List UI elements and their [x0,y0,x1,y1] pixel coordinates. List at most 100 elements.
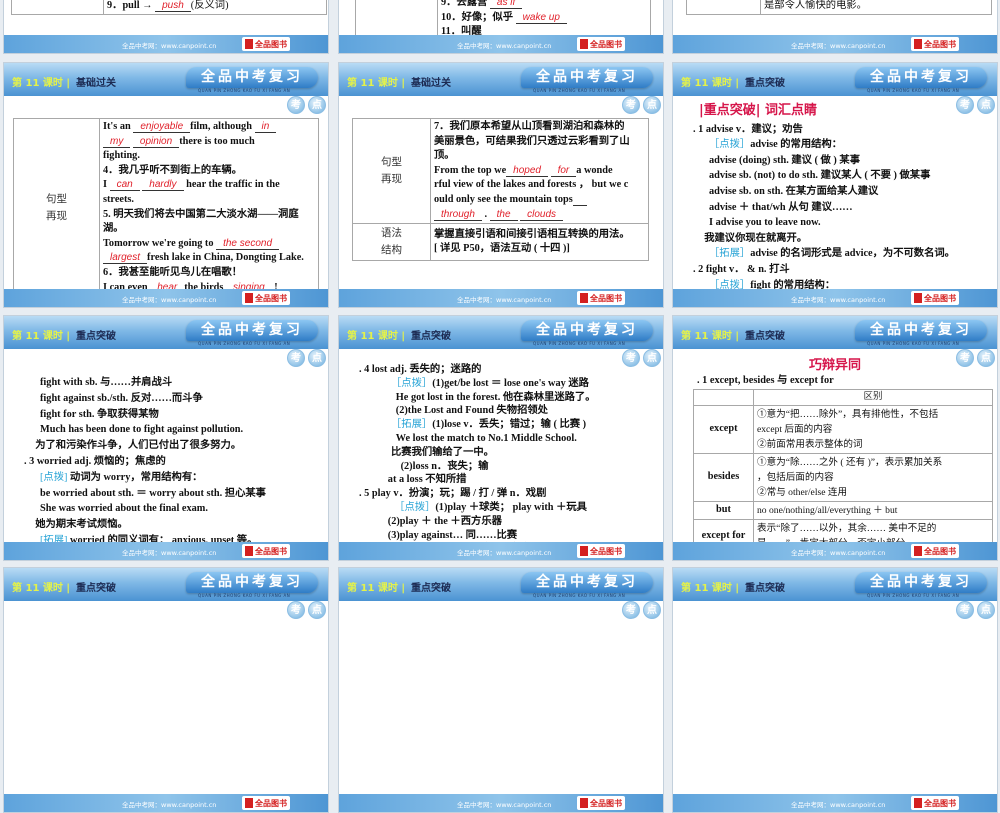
slide-thumbnail[interactable]: 第 11 课时 | 基础过关 全品中考复习 QUAN PIN ZHONG KAO FU… [338,62,664,308]
slide-thumbnail[interactable]: 全品中考复习QUAN PIN ZHONG KAO FU XI FANG AN考点… [3,0,329,54]
text-segment: [ 详见 P50，语法互动 ( 十四 )] [434,243,570,255]
brand-logo: 全品图书 [911,796,959,810]
text-line: . 4 lost adj. 丢失的；迷路的 [359,363,596,377]
slide-thumbnail[interactable]: 第 11 课时 | 基础过关 全品中考复习 QUAN PIN ZHONG KAO FU… [3,62,329,308]
text-line: From the top we hoped for a wonde [434,164,645,179]
row-cell: 8．all → whole(同义词)9．pull → push(反义词) [103,0,327,16]
brand-logo: 全品图书 [577,37,625,51]
text-segment: 9．pull → [107,0,156,11]
footer-url: 全品中考网：www.canpoint.cn [457,296,552,304]
row-label-text: 再现 [46,210,67,222]
tag-label: ［拓展］ [709,248,751,260]
text-line: ［点拨］advise 的常用结构： [693,137,955,153]
section-label: 重点突破 [411,583,451,594]
text-segment: ould only see the mountain tops [434,193,573,205]
text-line: 为了和污染作斗争，人们已付出了很多努力。 [24,438,266,454]
slide-thumbnail[interactable]: 第 11 课时 | 重点突破 全品中考复习 QUAN PIN ZHONG KAO FU… [3,315,329,561]
slide-thumbnail[interactable]: 第 11 课时 | 重点突破 全品中考复习 QUAN PIN ZHONG KAO FU… [338,567,664,813]
heading-text: 词汇点睛 [760,103,818,118]
table-row: 语法 结构 掌握直接引语和间接引语相互转换的用法。 [ 详见 P50，语法互动 ( … [352,223,649,262]
section-label: 重点突破 [745,583,785,594]
slide-thumbnail[interactable]: 第 11 课时 | 重点突破 全品中考复习 QUAN PIN ZHONG KAO FU… [672,315,998,561]
compare-subtitle: . 1 except, besides 与 except for [697,375,834,386]
text-segment: 我建议你现在就离开。 [704,232,808,244]
text-segment: We lost the match to No.1 Middle School. [395,432,577,444]
slide-header: 第 11 课时 | 重点突破 全品中考复习 QUAN PIN ZHONG KAO FU… [673,568,997,601]
tag-label: ［点拨］ [394,501,436,513]
text-segment: advise sb. (not) to do sth. 建议某人 ( 不要 ) … [709,170,931,182]
row-cell: ①意为“除……之外 ( 还有 )”，表示累加关系 ，包括后面的内容 ②常与 oth… [753,453,993,502]
footer-url: 全品中考网：www.canpoint.cn [791,42,886,50]
text-line: fight against sb./sth. 反对……而斗争 [24,391,266,407]
text-segment: fighting. [103,150,140,162]
content-table: 8．all → whole(同义词)9．pull → push(反义词) [11,0,327,16]
brand-text: 全品图书 [590,798,622,808]
text-segment: . 4 lost adj. 丢失的；迷路的 [359,364,482,375]
text-line: my opinion there is too much [103,135,315,150]
text-segment: 是部令人愉快的电影。 [764,0,867,11]
text-line: advise ＋ that/wh 从句 建议…… [693,200,955,216]
section-label: 基础过关 [411,78,451,89]
brand-mark-icon [245,546,253,556]
text-segment: Tomorrow we're going to [103,237,217,249]
cell-line: ②前面常用表示整体的词 [757,439,863,450]
text-segment: He got lost in the forest. 他在森林里迷路了。 [395,391,596,403]
slide-thumbnail[interactable]: 第 11 课时 | 重点突破 全品中考复习 QUAN PIN ZHONG KAO FU… [672,567,998,813]
text-line: 掌握直接引语和间接引语相互转换的用法。 [434,228,645,243]
row-label-text: 句型 [46,193,67,205]
text-segment: 4．我几乎听不到街上的车辆。 [103,164,243,176]
brand-mark-icon [245,39,253,49]
brand-text: 全品图书 [255,546,287,556]
row-cell: It's an enjoyable film, although in my opi… [99,117,319,298]
text-segment: fresh lake in China, Dongting Lake. [147,252,304,264]
text-line: advise (doing) sth. 建议 ( 做 ) 某事 [693,153,955,169]
brand-mark-icon [580,798,588,808]
tag-label: ［拓展］ [391,419,433,431]
content-table: 3．虽然我认为电影里打斗场面过多，但它仍是部令人愉快的电影。 [686,0,992,16]
slide-footer: 全品中考网：www.canpoint.cn 全品图书 [339,542,663,560]
text-segment: (2)play ＋ the ＋西方乐器 [387,515,502,527]
row-label [686,0,761,16]
slide-thumbnail[interactable]: 全品中考复习QUAN PIN ZHONG KAO FU XI FANG AN考点… [672,0,998,54]
text-segment: fight for sth. 争取获得某物 [40,408,159,420]
text-line: I can hardly hear the traffic in the [103,178,315,193]
answer-blank: can [109,179,140,192]
text-line: streets. [103,193,315,208]
slide-thumbnail[interactable]: 第 11 课时 | 重点突破 全品中考复习 QUAN PIN ZHONG KAO FU… [338,315,664,561]
logo-pinyin: QUAN PIN ZHONG KAO FU XI FANG AN [198,593,291,598]
text-segment: 6．我甚至能听见鸟儿在唱歌！ [103,266,243,278]
text-line: (2)play ＋ the ＋西方乐器 [359,515,596,529]
brand-mark-icon [580,39,588,49]
table-row: 8．all → whole(同义词)9．pull → push(反义词) [11,0,327,16]
answer-blank: as if [489,0,523,9]
answer-blank: largest [103,252,148,265]
answer-blank: my [103,135,131,148]
row-label-text: 句型 [381,157,402,169]
slide-header: 第 11 课时 | 基础过关 全品中考复习 QUAN PIN ZHONG KAO FU… [339,63,663,96]
section-label: 重点突破 [411,331,451,342]
text-line: be worried about sth. ＝ worry about sth.… [24,486,266,502]
text-segment: 5. 明天我们将去中国第二大淡水湖——洞庭 [103,208,299,220]
answer-blank: wake up [515,11,567,24]
text-segment: (3)play against… 同……比赛 [387,529,518,541]
text-line: . 1 advise v．建议；劝告 [693,122,955,138]
text-segment: (1)get/be lost ＝ lose one's way 迷路 [432,377,589,389]
slide-thumbnail[interactable]: 第 11 课时 | 重点突破 全品中考复习 QUAN PIN ZHONG KAO FU… [3,567,329,813]
footer-url: 全品中考网：www.canpoint.cn [122,549,217,557]
row-label-text: 再现 [381,174,402,186]
text-segment: (1)play ＋球类； play with ＋玩具 [435,501,587,513]
cell-line: ①意为“把……除外”，具有排他性，不包括 [757,409,939,420]
text-segment: (2)loss n．丧失；输 [400,460,489,472]
slide-thumbnail[interactable]: 第 11 课时 | 重点突破 全品中考复习 QUAN PIN ZHONG KAO FU… [672,62,998,308]
brand-text: 全品图书 [255,798,287,808]
brand-logo: 全品图书 [242,37,290,51]
text-segment: 掌握直接引语和间接引语相互转换的用法。 [434,228,630,240]
text-line: 我建议你现在就离开。 [693,231,955,247]
section-label: 重点突破 [76,331,116,342]
text-line: [ 详见 P50，语法互动 ( 十四 )] [434,242,645,257]
brand-mark-icon [914,546,922,556]
brand-text: 全品图书 [924,546,956,556]
lesson-label: 第 11 课时 | [681,331,740,342]
slide-thumbnail[interactable]: 全品中考复习QUAN PIN ZHONG KAO FU XI FANG AN考点… [338,0,664,54]
text-line: . 5 play v．扮演；玩；踢 / 打 / 弹 n．戏剧 [359,487,596,501]
